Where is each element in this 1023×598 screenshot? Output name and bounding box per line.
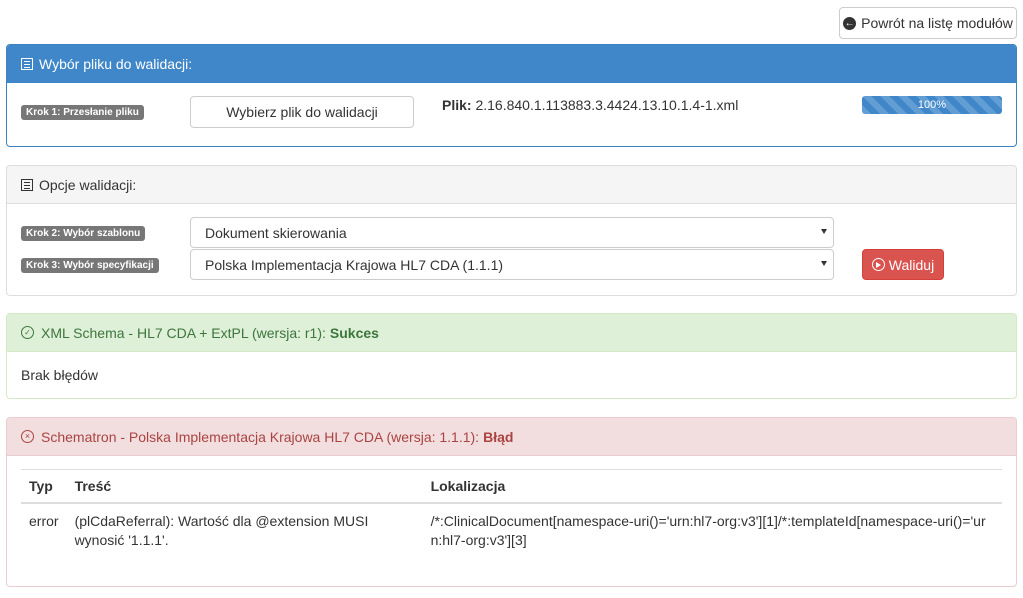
row-type: error: [29, 513, 59, 529]
template-select-value: Dokument skierowania: [205, 224, 347, 241]
row-location: /*:ClinicalDocument[namespace-uri()='urn…: [430, 513, 986, 548]
arrow-left-circle-icon: ←: [843, 16, 857, 30]
chevron-down-icon: [821, 229, 827, 234]
column-type: Typ: [21, 469, 67, 504]
schema-result-heading: ✓ XML Schema - HL7 CDA + ExtPL (wersja: …: [7, 314, 1016, 352]
errors-table: Typ Treść Lokalizacja error (plCdaReferr…: [21, 469, 1002, 558]
file-selection-heading: Wybór pliku do walidacji:: [7, 45, 1016, 83]
validation-options-heading: Opcje walidacji:: [7, 166, 1016, 204]
play-icon: [871, 258, 885, 271]
validation-options-title: Opcje walidacji:: [39, 176, 137, 193]
step3-label: Krok 3: Wybór specyfikacji: [21, 258, 159, 273]
schema-result-panel: ✓ XML Schema - HL7 CDA + ExtPL (wersja: …: [6, 313, 1017, 399]
schematron-result-panel: × Schematron - Polska Implementacja Kraj…: [6, 417, 1017, 587]
schematron-result-heading: × Schematron - Polska Implementacja Kraj…: [7, 418, 1016, 456]
file-info: Plik: 2.16.840.1.113883.3.4424.13.10.1.4…: [442, 97, 738, 113]
choose-file-button[interactable]: Wybierz plik do walidacji: [190, 96, 414, 128]
schematron-result-title: Schematron - Polska Implementacja Krajow…: [41, 428, 480, 445]
validate-button[interactable]: Waliduj: [862, 249, 944, 280]
file-prefix: Plik:: [442, 97, 472, 113]
upload-progress-bar: 100%: [862, 96, 1002, 114]
table-row: error (plCdaReferral): Wartość dla @exte…: [21, 503, 1002, 558]
specification-select-value: Polska Implementacja Krajowa HL7 CDA (1.…: [205, 256, 504, 273]
upload-progress: 100%: [862, 96, 1002, 114]
step2-label: Krok 2: Wybór szablonu: [21, 226, 146, 241]
schema-result-status: Sukces: [329, 324, 379, 341]
chevron-down-icon: [821, 261, 827, 266]
row-content: (plCdaReferral): Wartość dla @extension …: [74, 513, 369, 548]
schema-result-title: XML Schema - HL7 CDA + ExtPL (wersja: r1…: [41, 324, 326, 341]
schema-result-body: Brak błędów: [21, 367, 99, 383]
schematron-result-status: Błąd: [483, 428, 514, 445]
validate-button-label: Waliduj: [888, 256, 935, 273]
step1-label: Krok 1: Przesłanie pliku: [21, 105, 144, 120]
validation-options-panel: Opcje walidacji: Krok 2: Wybór szablonu …: [6, 165, 1017, 296]
check-circle-icon: ✓: [21, 326, 34, 339]
list-icon: [21, 178, 33, 191]
file-selection-panel: Wybór pliku do walidacji: Krok 1: Przesł…: [6, 44, 1017, 147]
specification-select[interactable]: Polska Implementacja Krajowa HL7 CDA (1.…: [190, 249, 834, 280]
back-to-modules-label: Powrót na listę modułów: [861, 15, 1013, 31]
back-to-modules-button[interactable]: ← Powrót na listę modułów: [839, 7, 1017, 39]
column-content: Treść: [66, 469, 423, 504]
errors-table-header: Typ Treść Lokalizacja: [21, 469, 1002, 504]
column-location: Lokalizacja: [422, 469, 1002, 504]
template-select[interactable]: Dokument skierowania: [190, 217, 834, 248]
file-selection-title: Wybór pliku do walidacji:: [39, 55, 193, 72]
list-icon: [21, 57, 33, 70]
close-circle-icon: ×: [21, 430, 34, 443]
file-name: 2.16.840.1.113883.3.4424.13.10.1.4-1.xml: [475, 97, 739, 113]
